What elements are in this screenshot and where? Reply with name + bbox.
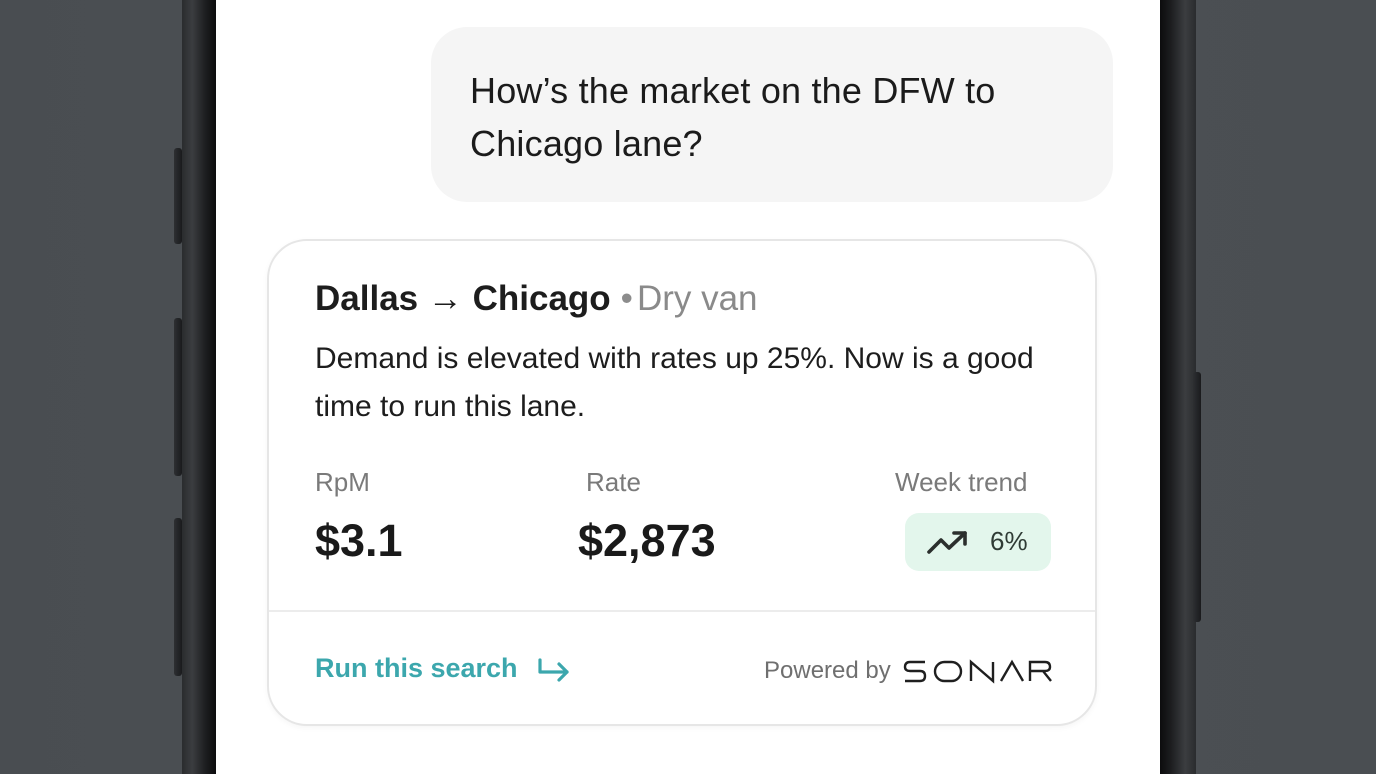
phone-side-button [174,148,182,244]
week-trend-label: Week trend [895,467,1028,497]
phone-frame-left [182,0,216,774]
powered-by-label: Powered by [764,657,891,684]
equipment-type: Dry van [636,279,758,318]
card-divider [269,610,1095,612]
destination-city: Chicago [472,279,611,318]
week-trend-value: 6% [990,526,1028,556]
rpm-value: $3.1 [315,515,403,566]
stage: How’s the market on the DFW to Chicago l… [0,0,1376,774]
rate-value: $2,873 [578,515,716,566]
rpm-label: RpM [315,467,370,497]
sonar-logo [903,659,1052,684]
lane-market-card: Dallas → Chicago • Dry van Demand is eleva… [267,239,1097,726]
user-message-text: How’s the market on the DFW to Chicago l… [470,70,996,164]
run-search-link[interactable]: Run this search [315,653,571,684]
title-separator: • [620,279,633,318]
phone-frame-right [1160,0,1196,774]
phone-side-button [174,518,182,676]
phone-power-button [1193,372,1201,622]
market-description: Demand is elevated with rates up 25%. No… [315,342,1034,423]
trending-up-icon [927,531,967,554]
run-search-label: Run this search [315,653,518,683]
rate-label: Rate [586,467,641,497]
arrow-return-right-icon [538,658,569,682]
week-trend-badge: 6% [905,513,1051,571]
origin-city: Dallas [315,279,419,318]
user-message-bubble: How’s the market on the DFW to Chicago l… [431,27,1113,202]
phone-side-button [174,318,182,476]
card-title: Dallas → Chicago • Dry van [315,279,758,319]
route-arrow: → [427,279,463,318]
